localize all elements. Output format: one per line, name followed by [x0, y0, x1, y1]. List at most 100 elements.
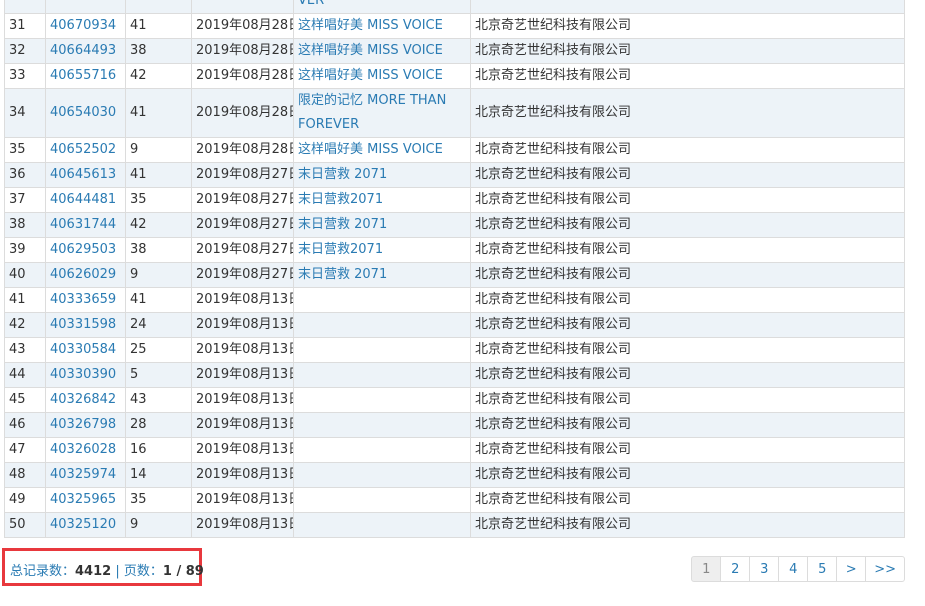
- trademark-name-link: [293, 387, 471, 413]
- class-cell: 41: [125, 287, 192, 313]
- registration-number-link[interactable]: 40670934: [45, 13, 126, 39]
- row-index-cell: 43: [4, 337, 46, 363]
- row-index-cell: 33: [4, 63, 46, 89]
- trademark-name-link: [293, 287, 471, 313]
- registration-number-link[interactable]: 40629503: [45, 237, 126, 263]
- registration-number-link[interactable]: 40644481: [45, 187, 126, 213]
- page-count-label: 页数：: [123, 564, 163, 579]
- registration-number-link[interactable]: 40330390: [45, 362, 126, 388]
- table-row: 38 40631744 42 2019年08月27日 末日营救 2071 北京奇艺世纪科技…: [4, 212, 905, 238]
- page-count-value: 1 / 89: [162, 564, 204, 579]
- date-cell: 2019年08月27日: [191, 237, 294, 263]
- registration-number-link[interactable]: 40652502: [45, 137, 126, 163]
- trademark-name-link[interactable]: VER: [293, 0, 471, 14]
- trademark-name-link: [293, 362, 471, 388]
- row-index-cell: 41: [4, 287, 46, 313]
- page-button-3[interactable]: 3: [749, 556, 780, 582]
- date-cell: 2019年08月13日: [191, 337, 294, 363]
- date-cell: 2019年08月27日: [191, 162, 294, 188]
- applicant-cell: 北京奇艺世纪科技有限公司: [470, 487, 905, 513]
- registration-number-link[interactable]: 40325965: [45, 487, 126, 513]
- applicant-cell: 北京奇艺世纪科技有限公司: [470, 137, 905, 163]
- trademark-name-link: [293, 512, 471, 538]
- registration-number-link[interactable]: 40331598: [45, 312, 126, 338]
- registration-number-link[interactable]: 40333659: [45, 287, 126, 313]
- trademark-name-link[interactable]: 末日营救2071: [293, 237, 471, 263]
- applicant-cell: 北京奇艺世纪科技有限公司: [470, 412, 905, 438]
- table-row: 46 40326798 28 2019年08月13日 北京奇艺世纪科技有限公司: [4, 412, 905, 438]
- class-cell: 43: [125, 387, 192, 413]
- date-cell: 2019年08月13日: [191, 287, 294, 313]
- registration-number-link[interactable]: 40326028: [45, 437, 126, 463]
- registration-number-link[interactable]: 40654030: [45, 88, 126, 138]
- date-cell: 2019年08月27日: [191, 262, 294, 288]
- trademark-name-link: [293, 312, 471, 338]
- table-row: 39 40629503 38 2019年08月27日 末日营救2071 北京奇艺世纪科技有…: [4, 237, 905, 263]
- trademark-name-link[interactable]: 限定的记忆 MORE THAN FOREVER: [293, 88, 471, 138]
- date-cell: 2019年08月28日: [191, 38, 294, 64]
- applicant-cell: 北京奇艺世纪科技有限公司: [470, 212, 905, 238]
- table-row: 32 40664493 38 2019年08月28日 这样唱好美 MISS VOICE 北…: [4, 38, 905, 64]
- registration-number-link[interactable]: 40325974: [45, 462, 126, 488]
- class-cell: 24: [125, 312, 192, 338]
- row-index-cell: 37: [4, 187, 46, 213]
- class-cell: 5: [125, 362, 192, 388]
- registration-number-link[interactable]: 40645613: [45, 162, 126, 188]
- trademark-name-link: [293, 412, 471, 438]
- trademark-name-link[interactable]: 末日营救 2071: [293, 162, 471, 188]
- registration-number-link[interactable]: 40325120: [45, 512, 126, 538]
- class-cell: 42: [125, 63, 192, 89]
- table-row: 40 40626029 9 2019年08月27日 末日营救 2071 北京奇艺世纪科技有…: [4, 262, 905, 288]
- applicant-cell: 北京奇艺世纪科技有限公司: [470, 237, 905, 263]
- trademark-name-link[interactable]: 末日营救 2071: [293, 212, 471, 238]
- table-row: 43 40330584 25 2019年08月13日 北京奇艺世纪科技有限公司: [4, 337, 905, 363]
- registration-number-link[interactable]: 40326842: [45, 387, 126, 413]
- applicant-cell: 北京奇艺世纪科技有限公司: [470, 312, 905, 338]
- registration-number-link[interactable]: 40655716: [45, 63, 126, 89]
- date-cell: 2019年08月28日: [191, 13, 294, 39]
- date-cell: 2019年08月28日: [191, 63, 294, 89]
- trademark-name-link[interactable]: 末日营救 2071: [293, 262, 471, 288]
- table-row: 44 40330390 5 2019年08月13日 北京奇艺世纪科技有限公司: [4, 362, 905, 388]
- class-cell: 38: [125, 237, 192, 263]
- registration-number-link[interactable]: 40664493: [45, 38, 126, 64]
- row-index-cell: 35: [4, 137, 46, 163]
- applicant-cell: 北京奇艺世纪科技有限公司: [470, 287, 905, 313]
- date-cell: 2019年08月13日: [191, 487, 294, 513]
- page-button-1[interactable]: 1: [691, 556, 722, 582]
- registration-number-link[interactable]: 40626029: [45, 262, 126, 288]
- row-index-cell: 31: [4, 13, 46, 39]
- last-page-button[interactable]: >>: [865, 556, 905, 582]
- applicant-cell: [470, 0, 905, 14]
- next-page-button[interactable]: >: [836, 556, 867, 582]
- applicant-cell: 北京奇艺世纪科技有限公司: [470, 187, 905, 213]
- table-row: 45 40326842 43 2019年08月13日 北京奇艺世纪科技有限公司: [4, 387, 905, 413]
- registration-number-link[interactable]: 40631744: [45, 212, 126, 238]
- registration-number-link[interactable]: [45, 0, 126, 14]
- page-button-4[interactable]: 4: [778, 556, 809, 582]
- table-row: 47 40326028 16 2019年08月13日 北京奇艺世纪科技有限公司: [4, 437, 905, 463]
- trademark-name-link[interactable]: 这样唱好美 MISS VOICE: [293, 137, 471, 163]
- row-index-cell: 46: [4, 412, 46, 438]
- applicant-cell: 北京奇艺世纪科技有限公司: [470, 13, 905, 39]
- date-cell: 2019年08月13日: [191, 437, 294, 463]
- date-cell: 2019年08月13日: [191, 362, 294, 388]
- trademark-name-link[interactable]: 末日营救2071: [293, 187, 471, 213]
- trademark-name-link[interactable]: 这样唱好美 MISS VOICE: [293, 63, 471, 89]
- class-cell: [125, 0, 192, 14]
- trademark-name-link[interactable]: 这样唱好美 MISS VOICE: [293, 13, 471, 39]
- class-cell: 41: [125, 162, 192, 188]
- table-row: 36 40645613 41 2019年08月27日 末日营救 2071 北京奇艺世纪科技…: [4, 162, 905, 188]
- table-row: 31 40670934 41 2019年08月28日 这样唱好美 MISS VOICE 北…: [4, 13, 905, 39]
- registration-number-link[interactable]: 40330584: [45, 337, 126, 363]
- registration-number-link[interactable]: 40326798: [45, 412, 126, 438]
- results-table: VER 31 40670934 41 2019年08月28日 这样唱好美 MISS VOI…: [4, 0, 905, 538]
- trademark-name-link[interactable]: 这样唱好美 MISS VOICE: [293, 38, 471, 64]
- page-button-5[interactable]: 5: [807, 556, 838, 582]
- applicant-cell: 北京奇艺世纪科技有限公司: [470, 462, 905, 488]
- class-cell: 38: [125, 38, 192, 64]
- table-row: 49 40325965 35 2019年08月13日 北京奇艺世纪科技有限公司: [4, 487, 905, 513]
- page-button-2[interactable]: 2: [720, 556, 751, 582]
- table-row: 41 40333659 41 2019年08月13日 北京奇艺世纪科技有限公司: [4, 287, 905, 313]
- date-cell: 2019年08月27日: [191, 212, 294, 238]
